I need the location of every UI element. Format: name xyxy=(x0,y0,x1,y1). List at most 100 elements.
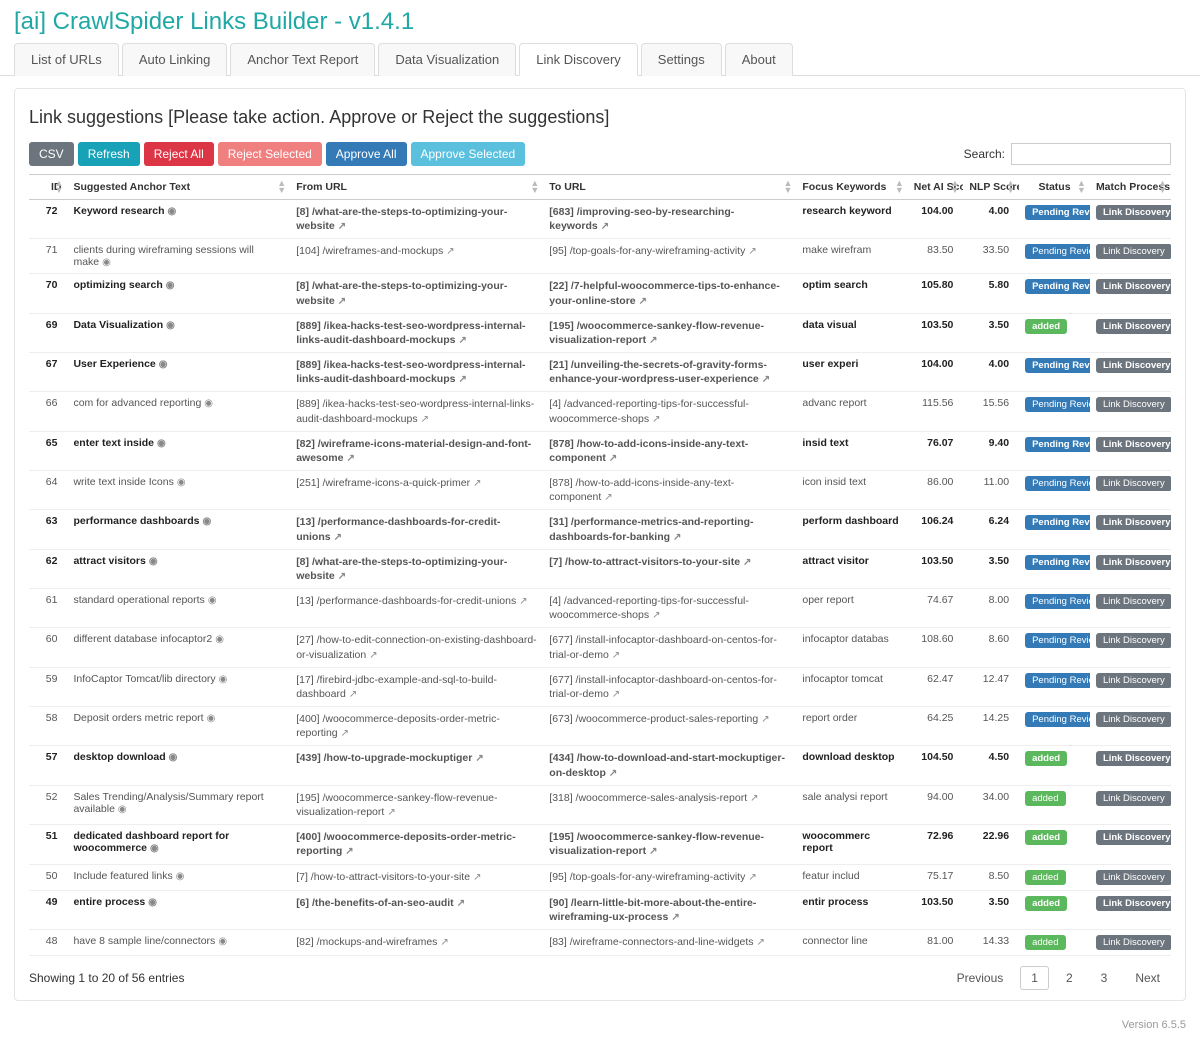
eye-icon[interactable]: ◉ xyxy=(218,936,227,947)
col-to[interactable]: To URL▲▼ xyxy=(543,175,796,200)
table-row[interactable]: 62attract visitors◉[8] /what-are-the-ste… xyxy=(29,549,1171,588)
external-link-icon[interactable]: ↗ xyxy=(458,374,466,385)
status-badge[interactable]: Pending Review xyxy=(1025,244,1090,259)
process-badge[interactable]: Link Discovery xyxy=(1096,358,1171,373)
process-badge[interactable]: Link Discovery xyxy=(1096,791,1171,806)
status-badge[interactable]: Pending Review xyxy=(1025,476,1090,491)
status-badge[interactable]: Pending Review xyxy=(1025,594,1090,609)
external-link-icon[interactable]: ↗ xyxy=(473,872,481,883)
eye-icon[interactable]: ◉ xyxy=(203,516,212,527)
table-row[interactable]: 69Data Visualization◉[889] /ikea-hacks-t… xyxy=(29,313,1171,352)
status-badge[interactable]: added xyxy=(1025,830,1067,845)
col-netai[interactable]: Net AI Score▲▼ xyxy=(908,175,964,200)
search-input[interactable] xyxy=(1011,143,1171,165)
process-badge[interactable]: Link Discovery xyxy=(1096,712,1171,727)
col-nlp[interactable]: NLP Score▲▼ xyxy=(963,175,1019,200)
approve-selected-button[interactable]: Approve Selected xyxy=(411,142,526,166)
external-link-icon[interactable]: ↗ xyxy=(349,689,357,700)
process-badge[interactable]: Link Discovery xyxy=(1096,205,1171,220)
tab-link-discovery[interactable]: Link Discovery xyxy=(519,43,638,76)
external-link-icon[interactable]: ↗ xyxy=(743,557,751,568)
status-badge[interactable]: added xyxy=(1025,319,1067,334)
process-badge[interactable]: Link Discovery xyxy=(1096,751,1171,766)
table-row[interactable]: 52Sales Trending/Analysis/Summary report… xyxy=(29,785,1171,824)
process-badge[interactable]: Link Discovery xyxy=(1096,437,1171,452)
eye-icon[interactable]: ◉ xyxy=(176,871,185,882)
process-badge[interactable]: Link Discovery xyxy=(1096,397,1171,412)
col-status[interactable]: Status▲▼ xyxy=(1019,175,1090,200)
status-badge[interactable]: Pending Review xyxy=(1025,555,1090,570)
eye-icon[interactable]: ◉ xyxy=(168,206,177,217)
table-row[interactable]: 66com for advanced reporting◉[889] /ikea… xyxy=(29,392,1171,431)
process-badge[interactable]: Link Discovery xyxy=(1096,515,1171,530)
eye-icon[interactable]: ◉ xyxy=(207,713,216,724)
external-link-icon[interactable]: ↗ xyxy=(649,846,657,857)
external-link-icon[interactable]: ↗ xyxy=(338,221,346,232)
status-badge[interactable]: added xyxy=(1025,751,1067,766)
external-link-icon[interactable]: ↗ xyxy=(338,296,346,307)
external-link-icon[interactable]: ↗ xyxy=(652,610,660,621)
status-badge[interactable]: added xyxy=(1025,935,1065,950)
approve-all-button[interactable]: Approve All xyxy=(326,142,407,166)
external-link-icon[interactable]: ↗ xyxy=(457,898,465,909)
external-link-icon[interactable]: ↗ xyxy=(369,650,377,661)
eye-icon[interactable]: ◉ xyxy=(149,556,158,567)
tab-settings[interactable]: Settings xyxy=(641,43,722,76)
status-badge[interactable]: Pending Review xyxy=(1025,712,1090,727)
process-badge[interactable]: Link Discovery xyxy=(1096,476,1171,491)
col-keywords[interactable]: Focus Keywords▲▼ xyxy=(796,175,907,200)
status-badge[interactable]: Pending Review xyxy=(1025,279,1090,294)
table-row[interactable]: 65enter text inside◉[82] /wireframe-icon… xyxy=(29,431,1171,470)
external-link-icon[interactable]: ↗ xyxy=(612,650,620,661)
external-link-icon[interactable]: ↗ xyxy=(609,453,617,464)
external-link-icon[interactable]: ↗ xyxy=(440,937,448,948)
eye-icon[interactable]: ◉ xyxy=(118,804,127,815)
eye-icon[interactable]: ◉ xyxy=(215,634,224,645)
table-row[interactable]: 72Keyword research◉[8] /what-are-the-ste… xyxy=(29,200,1171,239)
tab-data-visualization[interactable]: Data Visualization xyxy=(378,43,516,76)
external-link-icon[interactable]: ↗ xyxy=(473,478,481,489)
tab-auto-linking[interactable]: Auto Linking xyxy=(122,43,228,76)
eye-icon[interactable]: ◉ xyxy=(166,280,175,291)
status-badge[interactable]: added xyxy=(1025,896,1067,911)
external-link-icon[interactable]: ↗ xyxy=(604,492,612,503)
external-link-icon[interactable]: ↗ xyxy=(649,335,657,346)
status-badge[interactable]: Pending Review xyxy=(1025,397,1090,412)
external-link-icon[interactable]: ↗ xyxy=(421,414,429,425)
process-badge[interactable]: Link Discovery xyxy=(1096,244,1171,259)
eye-icon[interactable]: ◉ xyxy=(159,359,168,370)
external-link-icon[interactable]: ↗ xyxy=(346,453,354,464)
eye-icon[interactable]: ◉ xyxy=(166,320,175,331)
table-row[interactable]: 67User Experience◉[889] /ikea-hacks-test… xyxy=(29,353,1171,392)
status-badge[interactable]: Pending Review xyxy=(1025,515,1090,530)
table-row[interactable]: 58Deposit orders metric report◉[400] /wo… xyxy=(29,707,1171,746)
process-badge[interactable]: Link Discovery xyxy=(1096,555,1171,570)
eye-icon[interactable]: ◉ xyxy=(177,477,186,488)
external-link-icon[interactable]: ↗ xyxy=(601,221,609,232)
external-link-icon[interactable]: ↗ xyxy=(639,296,647,307)
process-badge[interactable]: Link Discovery xyxy=(1096,896,1171,911)
col-id[interactable]: ID▲▼ xyxy=(29,175,67,200)
external-link-icon[interactable]: ↗ xyxy=(612,689,620,700)
table-row[interactable]: 57desktop download◉[439] /how-to-upgrade… xyxy=(29,746,1171,785)
external-link-icon[interactable]: ↗ xyxy=(748,246,756,257)
pager-page-3[interactable]: 3 xyxy=(1090,966,1119,990)
external-link-icon[interactable]: ↗ xyxy=(387,807,395,818)
external-link-icon[interactable]: ↗ xyxy=(458,335,466,346)
col-anchor[interactable]: Suggested Anchor Text▲▼ xyxy=(67,175,290,200)
table-row[interactable]: 59InfoCaptor Tomcat/lib directory◉[17] /… xyxy=(29,667,1171,706)
eye-icon[interactable]: ◉ xyxy=(102,257,111,268)
status-badge[interactable]: Pending Review xyxy=(1025,673,1090,688)
external-link-icon[interactable]: ↗ xyxy=(338,571,346,582)
eye-icon[interactable]: ◉ xyxy=(169,752,178,763)
eye-icon[interactable]: ◉ xyxy=(148,897,157,908)
status-badge[interactable]: Pending Review xyxy=(1025,205,1090,220)
csv-button[interactable]: CSV xyxy=(29,142,74,166)
table-row[interactable]: 49entire process◉[6] /the-benefits-of-an… xyxy=(29,890,1171,929)
external-link-icon[interactable]: ↗ xyxy=(762,374,770,385)
table-row[interactable]: 71clients during wireframing sessions wi… xyxy=(29,239,1171,274)
table-row[interactable]: 50Include featured links◉[7] /how-to-att… xyxy=(29,864,1171,890)
status-badge[interactable]: added xyxy=(1025,791,1065,806)
table-row[interactable]: 48have 8 sample line/connectors◉[82] /mo… xyxy=(29,929,1171,955)
process-badge[interactable]: Link Discovery xyxy=(1096,935,1171,950)
